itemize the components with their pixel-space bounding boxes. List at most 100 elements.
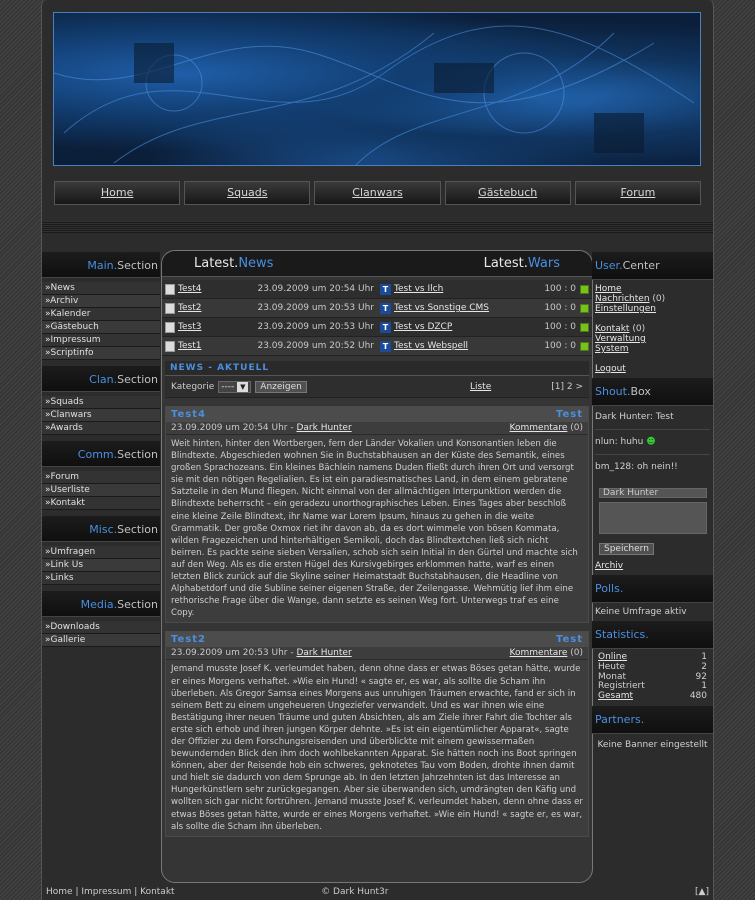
polls-header: Polls.: [592, 575, 713, 603]
left-sidebar: Main.Section »News »Archiv »Kalender »Gä…: [42, 252, 160, 653]
latest-war-link[interactable]: Test vs Sonstige CMS: [394, 303, 489, 313]
article-title[interactable]: Test4: [171, 407, 206, 422]
list-item: Test1 23.09.2009 um 20:52 Uhr: [162, 337, 377, 356]
contact-link[interactable]: Kontakt: [595, 324, 629, 334]
latest-news-link[interactable]: Test4: [178, 284, 201, 294]
settings-link[interactable]: Einstellungen: [595, 304, 656, 314]
shout-entry: bm_128: oh nein!!: [595, 462, 678, 472]
article-body: Weit hinten, hinter den Wortbergen, fern…: [171, 439, 578, 619]
latest-news-title: Latest.News: [194, 256, 274, 271]
clan-section-menu: »Squads »Clanwars »Awards: [42, 396, 160, 435]
shout-name-input[interactable]: Dark Hunter: [599, 488, 707, 498]
comm-section-header: Comm.Section: [42, 441, 160, 467]
media-section-menu: »Downloads »Gallerie: [42, 621, 160, 647]
win-icon: [580, 284, 589, 294]
show-button[interactable]: Anzeigen: [255, 380, 307, 393]
menu-impressum[interactable]: »Impressum: [42, 334, 160, 347]
list-item: Test4 23.09.2009 um 20:54 Uhr: [162, 280, 377, 299]
news-filter-bar: Kategorie ---- ▼ Anzeigen Liste [1] 2 >: [165, 376, 589, 398]
latest-wars-list: T Test vs Ilch 100 : 0 T Test vs Sonstige C…: [377, 280, 592, 356]
comments-link[interactable]: Kommentare: [510, 423, 568, 433]
divider-stripe: [42, 221, 713, 233]
polls-text: Keine Umfrage aktiv: [595, 607, 687, 617]
list-item: Test3 23.09.2009 um 20:53 Uhr: [162, 318, 377, 337]
article-category[interactable]: Test: [556, 632, 583, 647]
menu-news[interactable]: »News: [42, 282, 160, 295]
nav-forum[interactable]: Forum: [574, 181, 702, 205]
article-body: Jemand musste Josef K. verleumdet haben,…: [171, 664, 583, 832]
list-item: T Test vs Sonstige CMS 100 : 0: [377, 299, 592, 318]
list-item: T Test vs DZCP 100 : 0: [377, 318, 592, 337]
chevron-down-icon: ▼: [237, 381, 249, 392]
menu-gallerie[interactable]: »Gallerie: [42, 634, 160, 647]
author-link[interactable]: Dark Hunter: [296, 648, 351, 658]
save-button[interactable]: Speichern: [599, 543, 654, 555]
latest-war-link[interactable]: Test vs Ilch: [394, 284, 443, 294]
menu-squads[interactable]: »Squads: [42, 396, 160, 409]
system-link[interactable]: System: [595, 344, 629, 354]
shout-archive-link[interactable]: Archiv: [595, 561, 623, 571]
win-icon: [580, 341, 589, 351]
menu-clanwars[interactable]: »Clanwars: [42, 409, 160, 422]
author-link[interactable]: Dark Hunter: [296, 423, 351, 433]
nav-clanwars[interactable]: Clanwars: [314, 181, 441, 205]
main-nav: Home Squads Clanwars Gästebuch Forum: [54, 181, 702, 205]
messages-link[interactable]: Nachrichten: [595, 294, 650, 304]
menu-kontakt[interactable]: »Kontakt: [42, 497, 160, 510]
latest-news-link[interactable]: Test1: [178, 341, 201, 351]
user-center-header: User.Center: [592, 252, 713, 280]
misc-section-header: Misc.Section: [42, 516, 160, 542]
back-to-top-button[interactable]: [▲]: [695, 887, 709, 897]
nav-squads[interactable]: Squads: [184, 181, 311, 205]
list-link[interactable]: Liste: [470, 382, 491, 392]
team-icon: T: [380, 302, 391, 314]
main-section-menu: »News »Archiv »Kalender »Gästebuch »Impr…: [42, 282, 160, 360]
menu-links[interactable]: »Links: [42, 572, 160, 585]
shout-entry: Dark Hunter: Test: [595, 412, 710, 430]
news-article: Test4 Test 23.09.2009 um 20:54 Uhr - Dark…: [165, 406, 589, 624]
menu-umfragen[interactable]: »Umfragen: [42, 546, 160, 559]
win-icon: [580, 322, 589, 332]
latest-war-link[interactable]: Test vs Webspell: [394, 341, 468, 351]
article-title[interactable]: Test2: [171, 632, 206, 647]
menu-awards[interactable]: »Awards: [42, 422, 160, 435]
latest-lists: Test4 23.09.2009 um 20:54 Uhr Test2 23.09.…: [162, 280, 592, 356]
comm-section-menu: »Forum »Userliste »Kontakt: [42, 471, 160, 510]
document-icon: [165, 302, 175, 314]
document-icon: [165, 283, 175, 295]
nav-gaestebuch[interactable]: Gästebuch: [444, 181, 571, 205]
footer-links[interactable]: Home | Impressum | Kontakt: [46, 887, 175, 897]
menu-userliste[interactable]: »Userliste: [42, 484, 160, 497]
article-category[interactable]: Test: [556, 407, 583, 422]
nav-home[interactable]: Home: [54, 181, 181, 205]
menu-kalender[interactable]: »Kalender: [42, 308, 160, 321]
pagination[interactable]: [1] 2 >: [551, 382, 583, 392]
menu-archiv[interactable]: »Archiv: [42, 295, 160, 308]
latest-war-link[interactable]: Test vs DZCP: [394, 322, 452, 332]
team-icon: T: [380, 321, 391, 333]
document-icon: [165, 340, 175, 352]
article-date: 23.09.2009 um 20:53 Uhr -: [171, 648, 297, 659]
latest-news-link[interactable]: Test3: [178, 322, 201, 332]
user-center: Home Nachrichten (0) Einstellungen Konta…: [595, 284, 666, 374]
comments-link[interactable]: Kommentare: [510, 648, 568, 658]
statistics-header: Statistics.: [592, 621, 713, 649]
clan-section-header: Clan.Section: [42, 366, 160, 392]
shoutbox-header: Shout.Box: [592, 378, 713, 406]
menu-link-us[interactable]: »Link Us: [42, 559, 160, 572]
category-select[interactable]: ---- ▼: [218, 380, 252, 393]
admin-link[interactable]: Verwaltung: [595, 334, 646, 344]
shout-message-input[interactable]: [599, 502, 707, 534]
menu-downloads[interactable]: »Downloads: [42, 621, 160, 634]
menu-forum[interactable]: »Forum: [42, 471, 160, 484]
stat-total-link[interactable]: Gesamt: [598, 691, 633, 702]
latest-news-link[interactable]: Test2: [178, 303, 201, 313]
list-item: T Test vs Webspell 100 : 0: [377, 337, 592, 356]
logout-link[interactable]: Logout: [595, 364, 626, 374]
team-icon: T: [380, 340, 391, 352]
menu-gaestebuch[interactable]: »Gästebuch: [42, 321, 160, 334]
user-home-link[interactable]: Home: [595, 284, 622, 294]
partners-text: Keine Banner eingestellt: [597, 739, 708, 750]
menu-scriptinfo[interactable]: »Scriptinfo: [42, 347, 160, 360]
list-item: T Test vs Ilch 100 : 0: [377, 280, 592, 299]
